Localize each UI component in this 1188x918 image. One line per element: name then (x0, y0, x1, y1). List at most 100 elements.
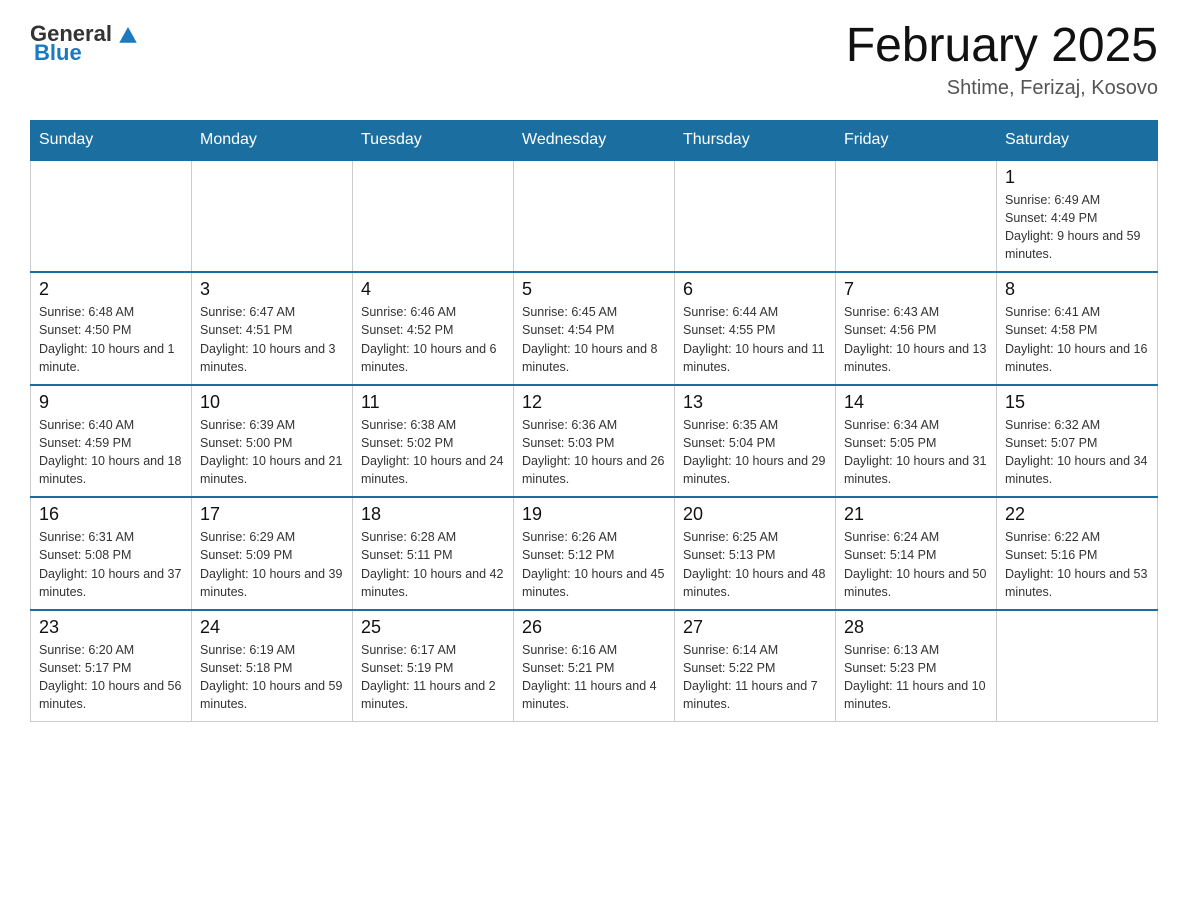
day-info: Sunrise: 6:31 AM Sunset: 5:08 PM Dayligh… (39, 528, 183, 601)
day-number: 15 (1005, 392, 1149, 413)
day-header-thursday: Thursday (675, 120, 836, 160)
month-title: February 2025 (846, 20, 1158, 73)
day-number: 17 (200, 504, 344, 525)
day-number: 3 (200, 279, 344, 300)
calendar-cell: 5 Sunrise: 6:45 AM Sunset: 4:54 PM Daylig… (514, 272, 675, 385)
day-info: Sunrise: 6:28 AM Sunset: 5:11 PM Dayligh… (361, 528, 505, 601)
day-info: Sunrise: 6:45 AM Sunset: 4:54 PM Dayligh… (522, 303, 666, 376)
day-info: Sunrise: 6:20 AM Sunset: 5:17 PM Dayligh… (39, 641, 183, 714)
calendar-cell: 9 Sunrise: 6:40 AM Sunset: 4:59 PM Daylig… (31, 385, 192, 498)
calendar-cell: 16 Sunrise: 6:31 AM Sunset: 5:08 PM Dayli… (31, 497, 192, 610)
day-info: Sunrise: 6:39 AM Sunset: 5:00 PM Dayligh… (200, 416, 344, 489)
logo: General Blue (30, 20, 142, 66)
day-number: 24 (200, 617, 344, 638)
calendar-cell (31, 160, 192, 273)
calendar-cell: 21 Sunrise: 6:24 AM Sunset: 5:14 PM Dayli… (836, 497, 997, 610)
day-header-monday: Monday (192, 120, 353, 160)
calendar-cell: 26Sunrise: 6:16 AM Sunset: 5:21 PM Dayli… (514, 610, 675, 722)
week-row-4: 16 Sunrise: 6:31 AM Sunset: 5:08 PM Dayli… (31, 497, 1158, 610)
calendar-cell: 6 Sunrise: 6:44 AM Sunset: 4:55 PM Daylig… (675, 272, 836, 385)
day-header-friday: Friday (836, 120, 997, 160)
day-info: Sunrise: 6:25 AM Sunset: 5:13 PM Dayligh… (683, 528, 827, 601)
day-number: 1 (1005, 167, 1149, 188)
calendar-cell: 20 Sunrise: 6:25 AM Sunset: 5:13 PM Dayli… (675, 497, 836, 610)
day-number: 10 (200, 392, 344, 413)
calendar-header-row: SundayMondayTuesdayWednesdayThursdayFrid… (31, 120, 1158, 160)
day-info: Sunrise: 6:44 AM Sunset: 4:55 PM Dayligh… (683, 303, 827, 376)
day-info: Sunrise: 6:36 AM Sunset: 5:03 PM Dayligh… (522, 416, 666, 489)
calendar-cell: 15Sunrise: 6:32 AM Sunset: 5:07 PM Dayli… (997, 385, 1158, 498)
calendar-cell: 19 Sunrise: 6:26 AM Sunset: 5:12 PM Dayli… (514, 497, 675, 610)
day-info: Sunrise: 6:40 AM Sunset: 4:59 PM Dayligh… (39, 416, 183, 489)
day-number: 26 (522, 617, 666, 638)
day-number: 2 (39, 279, 183, 300)
calendar-cell (836, 160, 997, 273)
week-row-2: 2Sunrise: 6:48 AM Sunset: 4:50 PM Daylig… (31, 272, 1158, 385)
day-number: 8 (1005, 279, 1149, 300)
calendar-cell: 2Sunrise: 6:48 AM Sunset: 4:50 PM Daylig… (31, 272, 192, 385)
calendar-cell: 3 Sunrise: 6:47 AM Sunset: 4:51 PM Daylig… (192, 272, 353, 385)
day-header-saturday: Saturday (997, 120, 1158, 160)
day-info: Sunrise: 6:49 AM Sunset: 4:49 PM Dayligh… (1005, 191, 1149, 264)
calendar-cell: 18 Sunrise: 6:28 AM Sunset: 5:11 PM Dayli… (353, 497, 514, 610)
day-number: 14 (844, 392, 988, 413)
calendar-cell: 14 Sunrise: 6:34 AM Sunset: 5:05 PM Dayli… (836, 385, 997, 498)
day-number: 6 (683, 279, 827, 300)
calendar-cell (514, 160, 675, 273)
day-info: Sunrise: 6:26 AM Sunset: 5:12 PM Dayligh… (522, 528, 666, 601)
calendar-cell: 28 Sunrise: 6:13 AM Sunset: 5:23 PM Dayli… (836, 610, 997, 722)
day-info: Sunrise: 6:41 AM Sunset: 4:58 PM Dayligh… (1005, 303, 1149, 376)
day-info: Sunrise: 6:38 AM Sunset: 5:02 PM Dayligh… (361, 416, 505, 489)
calendar-cell: 11 Sunrise: 6:38 AM Sunset: 5:02 PM Dayli… (353, 385, 514, 498)
day-number: 28 (844, 617, 988, 638)
day-number: 7 (844, 279, 988, 300)
day-info: Sunrise: 6:43 AM Sunset: 4:56 PM Dayligh… (844, 303, 988, 376)
day-number: 12 (522, 392, 666, 413)
calendar-cell: 27 Sunrise: 6:14 AM Sunset: 5:22 PM Dayli… (675, 610, 836, 722)
calendar-cell: 4 Sunrise: 6:46 AM Sunset: 4:52 PM Daylig… (353, 272, 514, 385)
day-number: 16 (39, 504, 183, 525)
calendar-cell: 17 Sunrise: 6:29 AM Sunset: 5:09 PM Dayli… (192, 497, 353, 610)
day-number: 13 (683, 392, 827, 413)
day-info: Sunrise: 6:46 AM Sunset: 4:52 PM Dayligh… (361, 303, 505, 376)
day-info: Sunrise: 6:24 AM Sunset: 5:14 PM Dayligh… (844, 528, 988, 601)
day-info: Sunrise: 6:34 AM Sunset: 5:05 PM Dayligh… (844, 416, 988, 489)
day-info: Sunrise: 6:13 AM Sunset: 5:23 PM Dayligh… (844, 641, 988, 714)
day-number: 5 (522, 279, 666, 300)
day-info: Sunrise: 6:29 AM Sunset: 5:09 PM Dayligh… (200, 528, 344, 601)
calendar-cell: 22 Sunrise: 6:22 AM Sunset: 5:16 PM Dayli… (997, 497, 1158, 610)
week-row-3: 9 Sunrise: 6:40 AM Sunset: 4:59 PM Daylig… (31, 385, 1158, 498)
day-header-wednesday: Wednesday (514, 120, 675, 160)
day-number: 25 (361, 617, 505, 638)
day-info: Sunrise: 6:14 AM Sunset: 5:22 PM Dayligh… (683, 641, 827, 714)
logo-icon (114, 20, 142, 48)
week-row-1: 1 Sunrise: 6:49 AM Sunset: 4:49 PM Daylig… (31, 160, 1158, 273)
day-number: 23 (39, 617, 183, 638)
calendar-cell (192, 160, 353, 273)
day-header-sunday: Sunday (31, 120, 192, 160)
day-number: 11 (361, 392, 505, 413)
day-number: 22 (1005, 504, 1149, 525)
page-header: General Blue February 2025 Shtime, Feriz… (30, 20, 1158, 100)
calendar-cell: 23 Sunrise: 6:20 AM Sunset: 5:17 PM Dayli… (31, 610, 192, 722)
calendar-cell (997, 610, 1158, 722)
calendar-cell: 1 Sunrise: 6:49 AM Sunset: 4:49 PM Daylig… (997, 160, 1158, 273)
day-number: 4 (361, 279, 505, 300)
day-info: Sunrise: 6:22 AM Sunset: 5:16 PM Dayligh… (1005, 528, 1149, 601)
calendar-cell: 10 Sunrise: 6:39 AM Sunset: 5:00 PM Dayli… (192, 385, 353, 498)
day-info: Sunrise: 6:47 AM Sunset: 4:51 PM Dayligh… (200, 303, 344, 376)
calendar-cell: 13 Sunrise: 6:35 AM Sunset: 5:04 PM Dayli… (675, 385, 836, 498)
calendar-table: SundayMondayTuesdayWednesdayThursdayFrid… (30, 120, 1158, 723)
day-number: 19 (522, 504, 666, 525)
day-number: 21 (844, 504, 988, 525)
day-number: 9 (39, 392, 183, 413)
day-header-tuesday: Tuesday (353, 120, 514, 160)
calendar-cell (675, 160, 836, 273)
day-info: Sunrise: 6:35 AM Sunset: 5:04 PM Dayligh… (683, 416, 827, 489)
day-number: 20 (683, 504, 827, 525)
day-number: 27 (683, 617, 827, 638)
day-number: 18 (361, 504, 505, 525)
week-row-5: 23 Sunrise: 6:20 AM Sunset: 5:17 PM Dayli… (31, 610, 1158, 722)
day-info: Sunrise: 6:19 AM Sunset: 5:18 PM Dayligh… (200, 641, 344, 714)
calendar-cell: 12 Sunrise: 6:36 AM Sunset: 5:03 PM Dayli… (514, 385, 675, 498)
